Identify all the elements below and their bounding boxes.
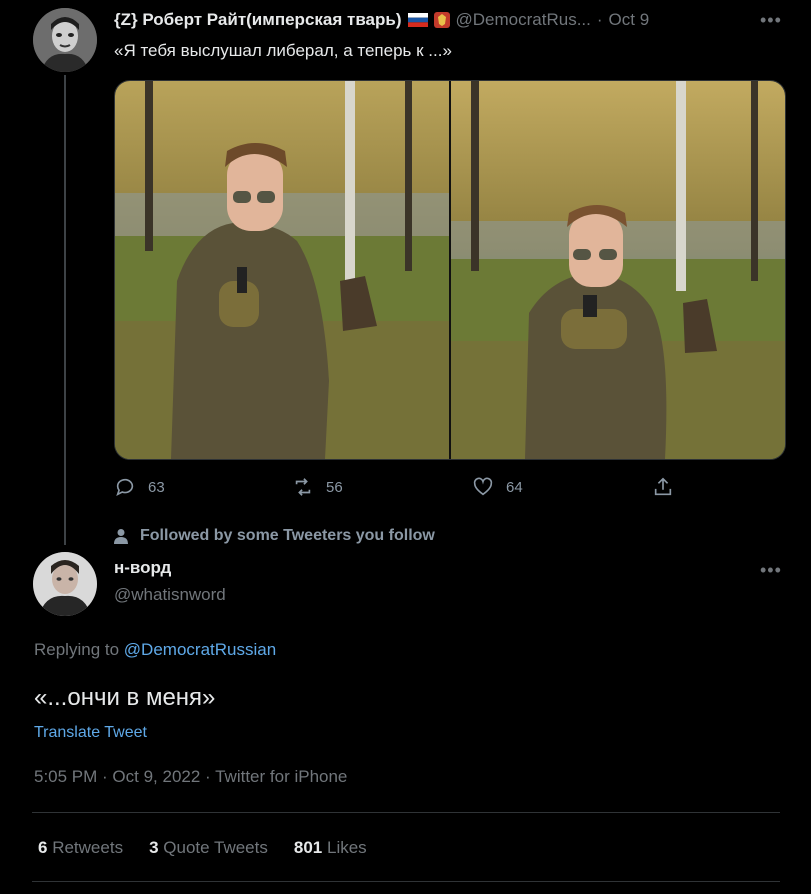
replying-handle-link[interactable]: @DemocratRussian [124,640,276,659]
tweet-media[interactable] [114,80,786,460]
author-name[interactable]: {Z} Роберт Райт(имперская тварь) [114,10,402,30]
share-button[interactable] [652,476,674,498]
tweet1-header: {Z} Роберт Райт(имперская тварь) @Democr… [114,10,649,30]
more-options-icon[interactable]: ••• [760,10,782,31]
reply-count: 63 [148,478,165,496]
avatar-portrait-icon [33,8,97,72]
heart-icon [473,477,493,496]
quote-tweets-stat[interactable]: 3 Quote Tweets [149,838,268,858]
thread-line [64,75,66,545]
photo-left[interactable] [115,81,449,459]
like-count: 64 [506,478,523,496]
share-icon [654,477,672,496]
divider-bottom [32,881,780,882]
divider-top [32,812,780,813]
author-avatar[interactable] [33,8,97,72]
tweet-date[interactable]: Oct 9 [609,10,650,30]
reply-author-name-row: н-ворд [114,558,171,578]
social-context-text: Followed by some Tweeters you follow [140,527,435,544]
reply-author-avatar[interactable] [33,552,97,616]
reply-more-options-icon[interactable]: ••• [760,560,782,581]
reply-author-handle[interactable]: @whatisnword [114,585,226,605]
retweet-count: 56 [326,478,343,496]
reply-icon [116,478,134,496]
avatar-portrait-icon [33,552,97,616]
translate-tweet-link[interactable]: Translate Tweet [34,724,147,742]
photo-right-image [451,81,785,459]
social-context: Followed by some Tweeters you follow [114,527,435,545]
author-handle[interactable]: @DemocratRus... [456,10,591,30]
reply-text: «...ончи в меня» [34,684,216,711]
photo-left-image [115,81,449,459]
tweet-meta[interactable]: 5:05 PM · Oct 9, 2022 · Twitter for iPho… [34,767,347,787]
emblem-icon [433,12,450,28]
retweets-stat[interactable]: 6 Retweets [38,838,123,858]
likes-stat[interactable]: 801 Likes [294,838,367,858]
reply-button[interactable]: 63 [114,476,165,498]
like-button[interactable]: 64 [472,476,523,498]
replying-to: Replying to @DemocratRussian [34,640,276,660]
tweet-stats: 6 Retweets 3 Quote Tweets 801 Likes [38,838,367,858]
russian-flag-icon [407,13,428,27]
person-icon [114,529,128,544]
tweet-text: «Я тебя выслушал либерал, а теперь к ...… [114,41,452,60]
separator-dot: · [596,10,603,29]
replying-prefix: Replying to [34,640,120,659]
retweet-button[interactable]: 56 [292,476,343,498]
reply-author-name[interactable]: н-ворд [114,558,171,577]
photo-right[interactable] [451,81,785,459]
retweet-icon [295,478,311,496]
